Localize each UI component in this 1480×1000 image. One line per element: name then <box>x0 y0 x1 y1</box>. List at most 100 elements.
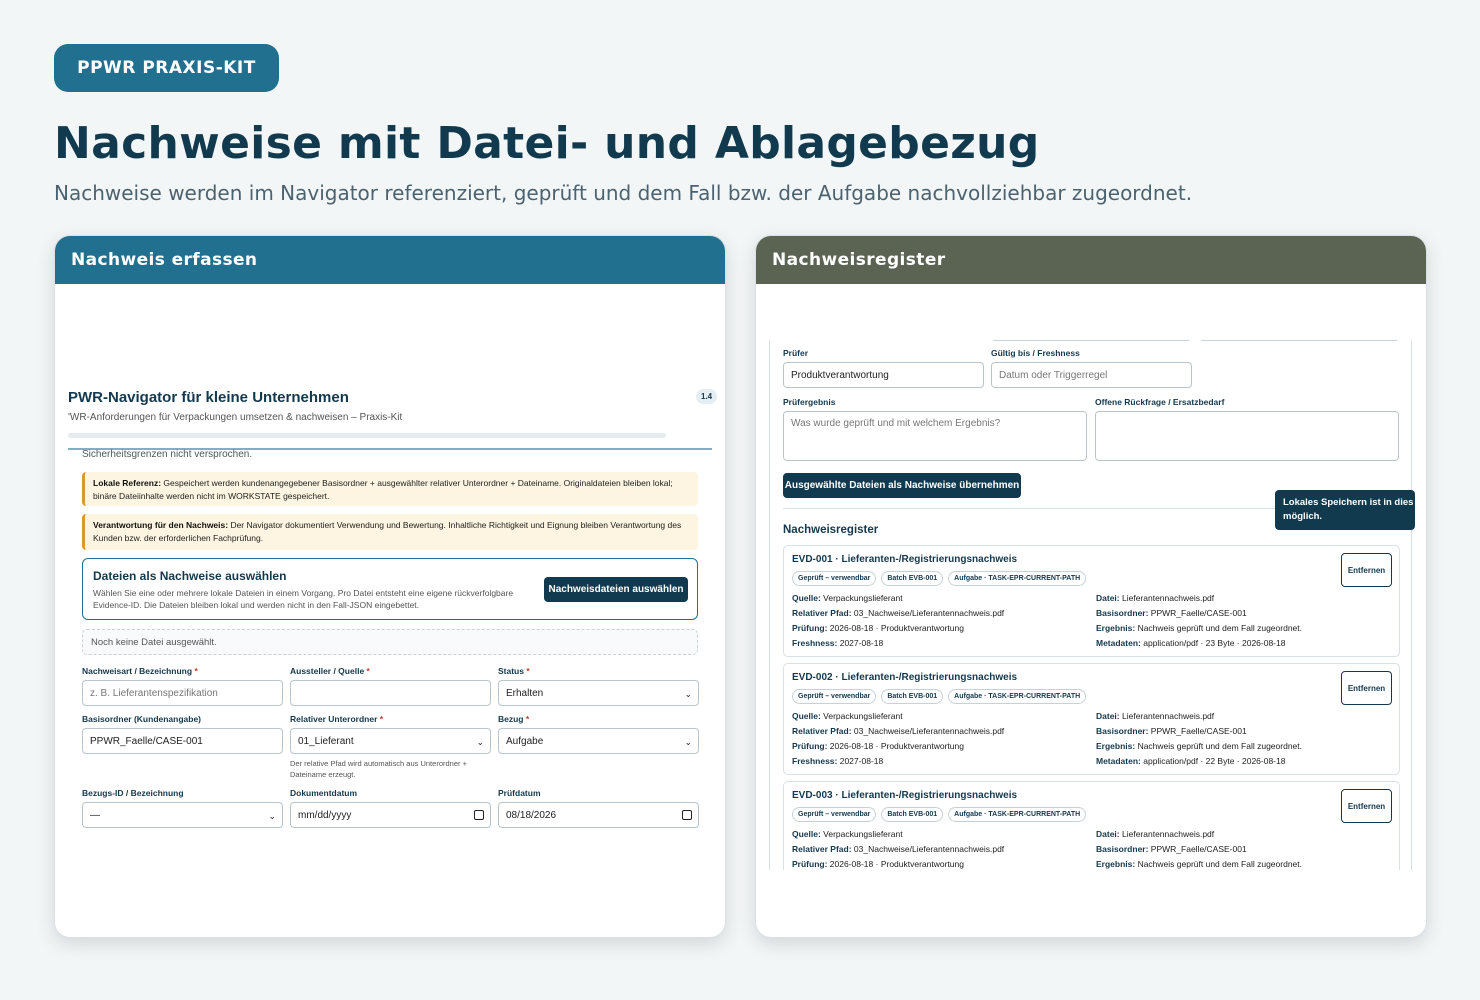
field-label-pruefer: Prüfer <box>783 348 809 358</box>
entry-review: Prüfung: 2026-08-18 · Produktverantwortu… <box>792 859 964 869</box>
entry-base-folder: Basisordner: PPWR_Faelle/CASE-001 <box>1096 844 1247 854</box>
status-select[interactable]: Erhalten ⌄ <box>498 680 699 706</box>
field-label-rueckfrage: Offene Rückfrage / Ersatzbedarf <box>1095 397 1225 407</box>
entry-path: Relativer Pfad: 03_Nachweise/Lieferanten… <box>792 844 1005 854</box>
toast-line: möglich. <box>1283 511 1323 522</box>
entry-file: Datei: Lieferantennachweis.pdf <box>1096 711 1215 721</box>
local-reference-note: Lokale Referenz: Gespeichert werden kund… <box>82 472 698 506</box>
app-title: PWR-Navigator für kleine Unternehmen <box>68 389 349 406</box>
evidence-type-input[interactable]: z. B. Lieferantenspezifikation <box>82 680 283 706</box>
register-entry: EVD-001 · Lieferanten-/Registrierungsnac… <box>783 545 1400 657</box>
progress-track <box>68 433 666 438</box>
note-text: Gespeichert werden kundenangegebener Bas… <box>93 478 673 501</box>
field-label-bezugsid: Bezugs-ID / Bezeichnung <box>82 788 184 798</box>
chevron-down-icon: ⌄ <box>268 811 276 821</box>
status-tag: Geprüft – verwendbar <box>792 689 877 704</box>
entry-path: Relativer Pfad: 03_Nachweise/Lieferanten… <box>792 608 1005 618</box>
evidence-register-card: Nachweisregister Prüfer Produktverantwor… <box>755 235 1427 938</box>
open-question-textarea[interactable] <box>1095 411 1399 461</box>
field-label-art: Nachweisart / Bezeichnung * <box>82 666 198 676</box>
status-tag: Geprüft – verwendbar <box>792 571 877 586</box>
remove-entry-button[interactable]: Entfernen <box>1341 789 1392 823</box>
page-subtitle: Nachweise werden im Navigator referenzie… <box>54 181 1193 205</box>
subfolder-help-text: Der relative Pfad wird automatisch aus U… <box>290 759 467 779</box>
subfolder-select[interactable]: 01_Lieferant ⌄ <box>290 728 491 754</box>
page-title: Nachweise mit Datei- und Ablagebezug <box>54 118 1040 169</box>
file-select-description: Wählen Sie eine oder mehrere lokale Date… <box>93 588 514 610</box>
chevron-down-icon: ⌄ <box>684 689 692 699</box>
field-label-status: Status * <box>498 666 530 676</box>
task-tag: Aufgabe · TASK-EPR-CURRENT-PATH <box>948 689 1087 704</box>
remove-entry-button[interactable]: Entfernen <box>1341 553 1392 587</box>
field-label-basisordner: Basisordner (Kundenangabe) <box>82 714 202 724</box>
empty-file-list: Noch keine Datei ausgewählt. <box>82 629 698 655</box>
field-label-gueltig: Gültig bis / Freshness <box>991 348 1080 358</box>
entry-metadata: Metadaten: application/pdf · 22 Byte · 2… <box>1096 756 1286 766</box>
select-evidence-files-button[interactable]: Nachweisdateien auswählen <box>544 577 688 602</box>
entry-result: Ergebnis: Nachweis geprüft und dem Fall … <box>1096 741 1302 751</box>
review-date-input[interactable]: 08/18/2026 <box>498 802 699 828</box>
register-title: Nachweisregister <box>783 524 879 536</box>
batch-tag: Batch EVB-001 <box>881 807 944 822</box>
card-header: Nachweisregister <box>756 236 1426 284</box>
cut-input-edge <box>1201 340 1397 341</box>
toast-line: Lokales Speichern ist in dies <box>1283 497 1414 508</box>
entry-base-folder: Basisordner: PPWR_Faelle/CASE-001 <box>1096 726 1247 736</box>
task-tag: Aufgabe · TASK-EPR-CURRENT-PATH <box>948 807 1087 822</box>
card-header: Nachweis erfassen <box>55 236 725 284</box>
valid-until-input[interactable]: Datum oder Triggerregel <box>991 362 1192 388</box>
entry-result: Ergebnis: Nachweis geprüft und dem Fall … <box>1096 623 1302 633</box>
entry-metadata: Metadaten: application/pdf · 23 Byte · 2… <box>1096 638 1286 648</box>
batch-tag: Batch EVB-001 <box>881 689 944 704</box>
issuer-input[interactable] <box>290 680 491 706</box>
entry-tags: Geprüft – verwendbar Batch EVB-001 Aufga… <box>792 807 1087 822</box>
version-badge: 1.4 <box>696 389 718 404</box>
entry-title: EVD-001 · Lieferanten-/Registrierungsnac… <box>792 554 1018 565</box>
entry-title: EVD-003 · Lieferanten-/Registrierungsnac… <box>792 790 1018 801</box>
field-label-pruefergebnis: Prüfergebnis <box>783 397 836 407</box>
review-result-textarea[interactable]: Was wurde geprüft und mit welchem Ergebn… <box>783 411 1087 461</box>
truncated-text: Sicherheitsgrenzen nicht versprochen. <box>82 449 253 460</box>
batch-tag: Batch EVB-001 <box>881 571 944 586</box>
file-select-title: Dateien als Nachweise auswählen <box>93 569 287 583</box>
scroll-frame-left <box>769 340 770 870</box>
entry-tags: Geprüft – verwendbar Batch EVB-001 Aufga… <box>792 571 1087 586</box>
reference-select[interactable]: Aufgabe ⌄ <box>498 728 699 754</box>
field-label-pruefdatum: Prüfdatum <box>498 788 541 798</box>
entry-freshness: Freshness: 2027-08-18 <box>792 756 884 766</box>
register-entry: EVD-003 · Lieferanten-/Registrierungsnac… <box>783 781 1400 870</box>
entry-result: Ergebnis: Nachweis geprüft und dem Fall … <box>1096 859 1302 869</box>
calendar-icon[interactable] <box>682 810 692 820</box>
chevron-down-icon: ⌄ <box>476 737 484 747</box>
document-date-input[interactable]: mm/dd/yyyy <box>290 802 491 828</box>
note-label: Verantwortung für den Nachweis: <box>93 520 229 530</box>
entry-freshness: Freshness: 2027-08-18 <box>792 638 884 648</box>
field-label-unterordner: Relativer Unterordner * <box>290 714 384 724</box>
scroll-frame-right <box>1411 340 1412 870</box>
entry-file: Datei: Lieferantennachweis.pdf <box>1096 593 1215 603</box>
entry-base-folder: Basisordner: PPWR_Faelle/CASE-001 <box>1096 608 1247 618</box>
entry-source: Quelle: Verpackungslieferant <box>792 711 903 721</box>
note-label: Lokale Referenz: <box>93 478 162 488</box>
calendar-icon[interactable] <box>474 810 484 820</box>
responsibility-note: Verantwortung für den Nachweis: Der Navi… <box>82 514 698 550</box>
entry-title: EVD-002 · Lieferanten-/Registrierungsnac… <box>792 672 1018 683</box>
status-tag: Geprüft – verwendbar <box>792 807 877 822</box>
register-entry: EVD-002 · Lieferanten-/Registrierungsnac… <box>783 663 1400 775</box>
field-label-aussteller: Aussteller / Quelle * <box>290 666 370 676</box>
entry-source: Quelle: Verpackungslieferant <box>792 829 903 839</box>
field-label-dokumentdatum: Dokumentdatum <box>290 788 358 798</box>
remove-entry-button[interactable]: Entfernen <box>1341 671 1392 705</box>
entry-review: Prüfung: 2026-08-18 · Produktverantwortu… <box>792 741 964 751</box>
entry-path: Relativer Pfad: 03_Nachweise/Lieferanten… <box>792 726 1005 736</box>
reference-id-select[interactable]: — ⌄ <box>82 802 283 828</box>
base-folder-input[interactable]: PPWR_Faelle/CASE-001 <box>82 728 283 754</box>
apply-files-button[interactable]: Ausgewählte Dateien als Nachweise überne… <box>783 473 1021 498</box>
entry-review: Prüfung: 2026-08-18 · Produktverantwortu… <box>792 623 964 633</box>
entry-source: Quelle: Verpackungslieferant <box>792 593 903 603</box>
file-select-box: Dateien als Nachweise auswählen Wählen S… <box>82 558 698 620</box>
reviewer-input[interactable]: Produktverantwortung <box>783 362 984 388</box>
chevron-down-icon: ⌄ <box>684 737 692 747</box>
entry-file: Datei: Lieferantennachweis.pdf <box>1096 829 1215 839</box>
field-label-bezug: Bezug * <box>498 714 530 724</box>
